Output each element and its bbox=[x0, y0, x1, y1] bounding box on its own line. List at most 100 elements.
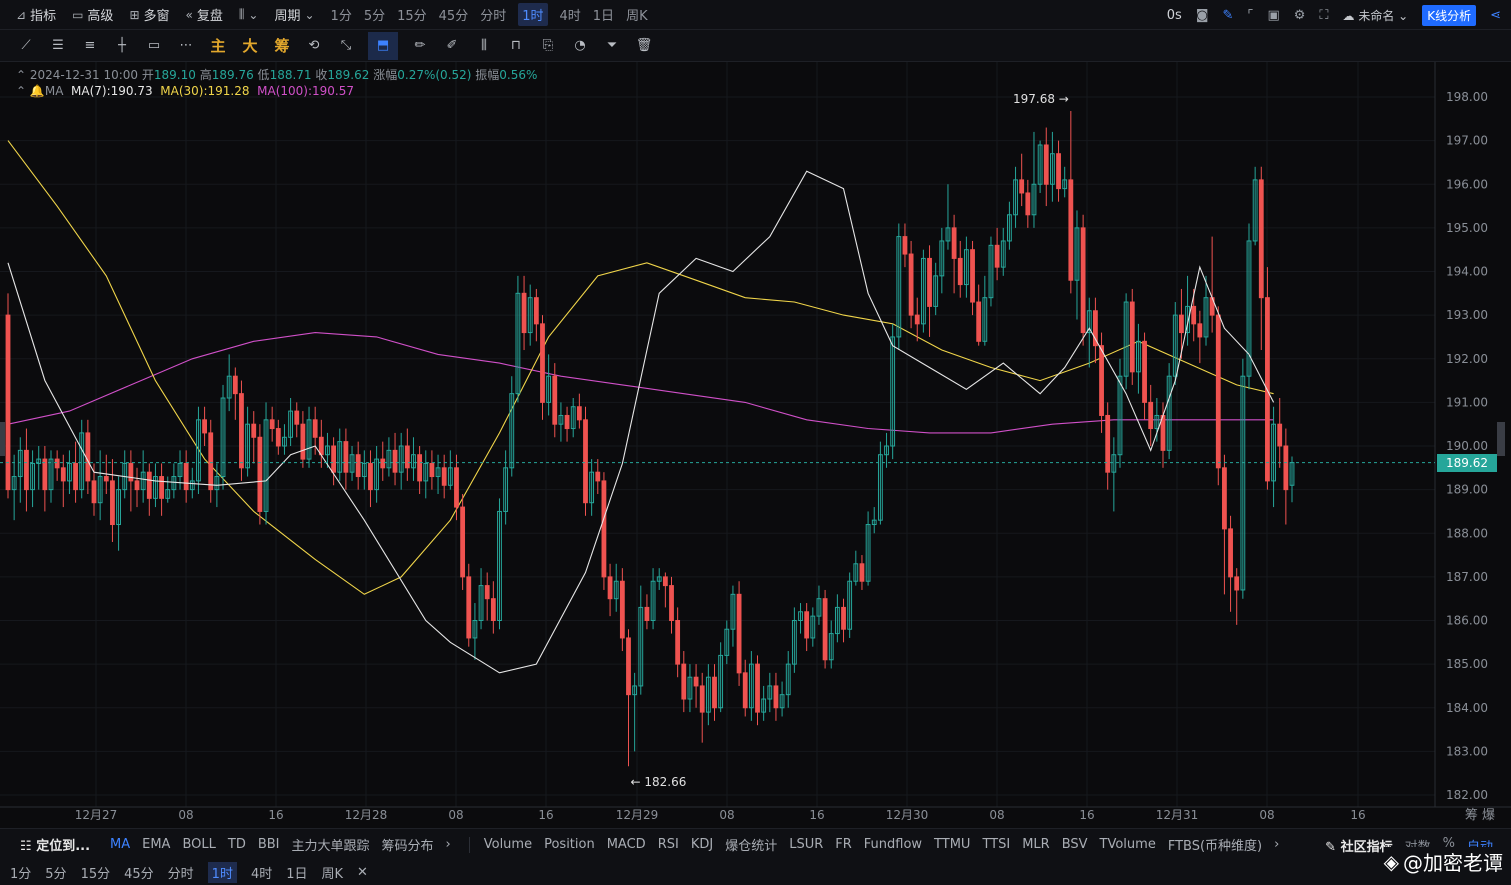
ind-ttsi[interactable]: TTSI bbox=[982, 837, 1010, 852]
candle-pattern-icon[interactable]: ⫼ bbox=[474, 36, 494, 56]
trash-icon[interactable]: 🗑 bbox=[634, 36, 654, 56]
interval-1m[interactable]: 1分 bbox=[331, 5, 352, 24]
candle-body bbox=[976, 301, 982, 342]
interval-4h[interactable]: 4时 bbox=[560, 5, 581, 24]
interval-timeshare[interactable]: 分时 bbox=[480, 5, 506, 24]
bottom-interval-45m[interactable]: 45分 bbox=[124, 863, 154, 882]
period-dropdown[interactable]: 周期 ⌄ bbox=[274, 5, 314, 25]
chips-button[interactable]: 筹 bbox=[272, 36, 292, 56]
locate-button[interactable]: ☷ 定位到... bbox=[20, 835, 90, 854]
bottom-interval-15m[interactable]: 15分 bbox=[81, 863, 111, 882]
camera-icon[interactable]: ◙ bbox=[1196, 8, 1209, 23]
close-label: 收 bbox=[315, 68, 328, 82]
advanced-button[interactable]: ▭ 高级 bbox=[72, 5, 113, 25]
candle-body bbox=[1025, 192, 1031, 216]
chevron-right-icon[interactable]: › bbox=[1274, 837, 1279, 852]
ind-boll[interactable]: BOLL bbox=[182, 837, 215, 852]
bottom-interval-4h[interactable]: 4时 bbox=[251, 863, 272, 882]
ind-ttmu[interactable]: TTMU bbox=[934, 837, 970, 852]
community-indicators-button[interactable]: ✎ 社区指标 bbox=[1325, 836, 1392, 855]
indicator-button[interactable]: ⊿ 指标 bbox=[16, 5, 56, 25]
ind-position[interactable]: Position bbox=[544, 837, 595, 852]
layout-name-dropdown[interactable]: ☁ 未命名 ⌄ bbox=[1343, 7, 1409, 24]
close-icon[interactable]: ✕ bbox=[357, 865, 368, 880]
main-force-button[interactable]: 主 bbox=[208, 36, 228, 56]
bottom-interval-1m[interactable]: 1分 bbox=[10, 863, 31, 882]
fullscreen-icon[interactable]: ⛶ bbox=[1319, 8, 1328, 23]
bookmark-icon[interactable]: ⬒ bbox=[368, 31, 398, 60]
auto-draw-icon[interactable]: ⟲ bbox=[304, 36, 324, 56]
big-order-button[interactable]: 大 bbox=[240, 36, 260, 56]
candle-body bbox=[552, 375, 558, 425]
horizontal-lines-icon[interactable]: ≡ bbox=[80, 36, 100, 56]
close-value: 189.62 bbox=[327, 68, 370, 82]
bell-icon[interactable]: 🔔 bbox=[30, 84, 45, 98]
collapse-icon[interactable]: ⌃ bbox=[16, 84, 26, 98]
ind-tvolume[interactable]: TVolume bbox=[1100, 837, 1156, 852]
ruler-icon[interactable]: ✏ bbox=[410, 36, 430, 56]
ind-bsv[interactable]: BSV bbox=[1062, 837, 1088, 852]
ind-bbi[interactable]: BBI bbox=[258, 837, 280, 852]
template-icon[interactable]: ⎘ bbox=[538, 36, 558, 56]
bottom-interval-1h[interactable]: 1时 bbox=[207, 862, 237, 883]
crop-icon[interactable]: ⌜ bbox=[1247, 8, 1253, 23]
open-value: 189.10 bbox=[153, 68, 196, 82]
ind-fr[interactable]: FR bbox=[835, 837, 852, 852]
y-tick-label: 183.00 bbox=[1446, 744, 1488, 758]
ind-volume[interactable]: Volume bbox=[484, 837, 532, 852]
bottom-interval-5m[interactable]: 5分 bbox=[45, 863, 66, 882]
parallel-channel-icon[interactable]: ☰ bbox=[48, 36, 68, 56]
horizontal-line-icon[interactable]: ┼ bbox=[112, 36, 132, 56]
replay-button[interactable]: «复盘 bbox=[186, 5, 223, 25]
candle-body bbox=[202, 419, 207, 434]
candle-body bbox=[970, 249, 975, 303]
ind-td[interactable]: TD bbox=[228, 837, 246, 852]
ind-liquidation[interactable]: 爆仓统计 bbox=[725, 835, 777, 854]
candlestick-chart[interactable]: 12月27 08 16 12月28 08 16 12月29 08 16 12月30 08 16 12月3… bbox=[0, 62, 1511, 828]
candle-body bbox=[269, 419, 275, 430]
ind-ma[interactable]: MA bbox=[110, 837, 130, 852]
high-marker: 197.68 → bbox=[1013, 92, 1069, 106]
ind-chips[interactable]: 筹码分布 bbox=[382, 835, 434, 854]
y-tick-label: 193.00 bbox=[1446, 308, 1488, 322]
ind-ema[interactable]: EMA bbox=[142, 837, 170, 852]
ind-kdj[interactable]: KDJ bbox=[691, 837, 713, 852]
gear-icon[interactable]: ⚙ bbox=[1294, 8, 1306, 23]
ind-fundflow[interactable]: Fundflow bbox=[864, 837, 922, 852]
filter-icon[interactable]: ⏷ bbox=[602, 36, 622, 56]
ma-name[interactable]: MA bbox=[45, 84, 64, 98]
interval-1d[interactable]: 1日 bbox=[593, 5, 614, 24]
ind-rsi[interactable]: RSI bbox=[658, 837, 679, 852]
ind-mlr[interactable]: MLR bbox=[1022, 837, 1050, 852]
ind-main-force[interactable]: 主力大单跟踪 bbox=[292, 835, 370, 854]
bottom-interval-timeshare[interactable]: 分时 bbox=[168, 863, 194, 882]
bottom-interval-week[interactable]: 周K bbox=[322, 863, 344, 882]
rectangle-icon[interactable]: ▭ bbox=[144, 36, 164, 56]
trendline-icon[interactable]: ⟋ bbox=[16, 36, 36, 56]
interval-5m[interactable]: 5分 bbox=[364, 5, 385, 24]
ind-macd[interactable]: MACD bbox=[607, 837, 646, 852]
brush-icon[interactable]: ✐ bbox=[442, 36, 462, 56]
multi-window-button[interactable]: ⊞ 多窗 bbox=[129, 5, 169, 25]
candle-body bbox=[1222, 467, 1227, 530]
interval-45m[interactable]: 45分 bbox=[439, 5, 469, 24]
ind-lsur[interactable]: LSUR bbox=[789, 837, 823, 852]
kline-analysis-button[interactable]: K线分析 bbox=[1422, 4, 1477, 26]
ind-ftbs[interactable]: FTBS(币种维度) bbox=[1168, 835, 1262, 854]
magnet-icon[interactable]: ◔ bbox=[570, 36, 590, 56]
bottom-interval-1d[interactable]: 1日 bbox=[286, 863, 307, 882]
share-icon[interactable]: ⋖ bbox=[1490, 8, 1501, 23]
chart-type-button[interactable]: ⫼ ⌄ bbox=[239, 7, 259, 22]
more-tools-icon[interactable]: ⋯ bbox=[176, 36, 196, 56]
interval-week[interactable]: 周K bbox=[626, 5, 648, 24]
chart-area[interactable]: 12月27 08 16 12月28 08 16 12月29 08 16 12月30 08 16 12月3… bbox=[0, 62, 1511, 828]
chevron-right-icon[interactable]: › bbox=[446, 837, 451, 852]
interval-15m[interactable]: 15分 bbox=[397, 5, 427, 24]
bottom-interval-bar: 1分 5分 15分 45分 分时 1时 4时 1日 周K ✕ bbox=[0, 860, 1511, 885]
save-image-icon[interactable]: ▣ bbox=[1267, 8, 1279, 23]
pencil-icon[interactable]: ✎ bbox=[1222, 8, 1233, 23]
interval-1h[interactable]: 1时 bbox=[518, 3, 548, 26]
lock-icon[interactable]: ⊓ bbox=[506, 36, 526, 56]
measure-icon[interactable]: ⤡ bbox=[336, 36, 356, 56]
collapse-icon[interactable]: ⌃ bbox=[16, 68, 26, 82]
